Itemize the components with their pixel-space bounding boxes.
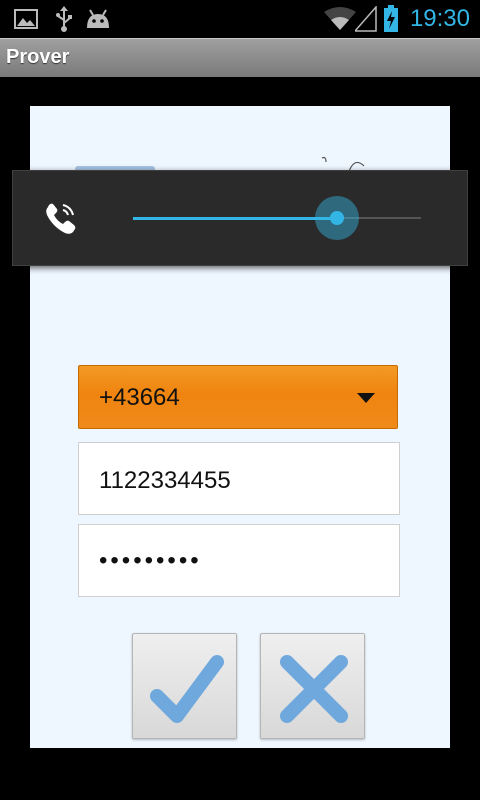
status-bar: 19:30	[0, 0, 480, 38]
phone-number-value: 1122334455	[99, 467, 231, 494]
volume-slider-thumb[interactable]	[315, 196, 360, 240]
x-icon	[280, 655, 348, 723]
confirm-button[interactable]	[132, 633, 237, 739]
image-icon	[14, 9, 38, 34]
status-clock: 19:30	[409, 5, 470, 32]
phone-number-field[interactable]: 1122334455	[78, 442, 400, 515]
app-title: Prover	[6, 46, 70, 68]
volume-panel	[12, 170, 468, 266]
volume-slider[interactable]	[133, 196, 421, 240]
password-value: •••••••••	[99, 547, 202, 574]
volume-slider-fill	[133, 217, 338, 220]
usb-icon	[54, 6, 74, 37]
checkmark-icon	[150, 655, 224, 723]
country-code-dropdown[interactable]: +43664	[78, 365, 398, 429]
battery-charging-icon	[383, 5, 399, 38]
password-field[interactable]: •••••••••	[78, 524, 400, 597]
cancel-button[interactable]	[260, 633, 365, 739]
volume-slider-thumb-dot	[330, 211, 345, 225]
country-code-value: +43664	[99, 384, 180, 411]
title-bar: Prover	[0, 38, 480, 77]
dropdown-arrow-icon	[357, 393, 375, 403]
signal-icon	[353, 5, 377, 37]
android-icon	[84, 8, 112, 35]
phone-ring-icon	[41, 199, 81, 244]
wifi-icon	[324, 6, 356, 37]
